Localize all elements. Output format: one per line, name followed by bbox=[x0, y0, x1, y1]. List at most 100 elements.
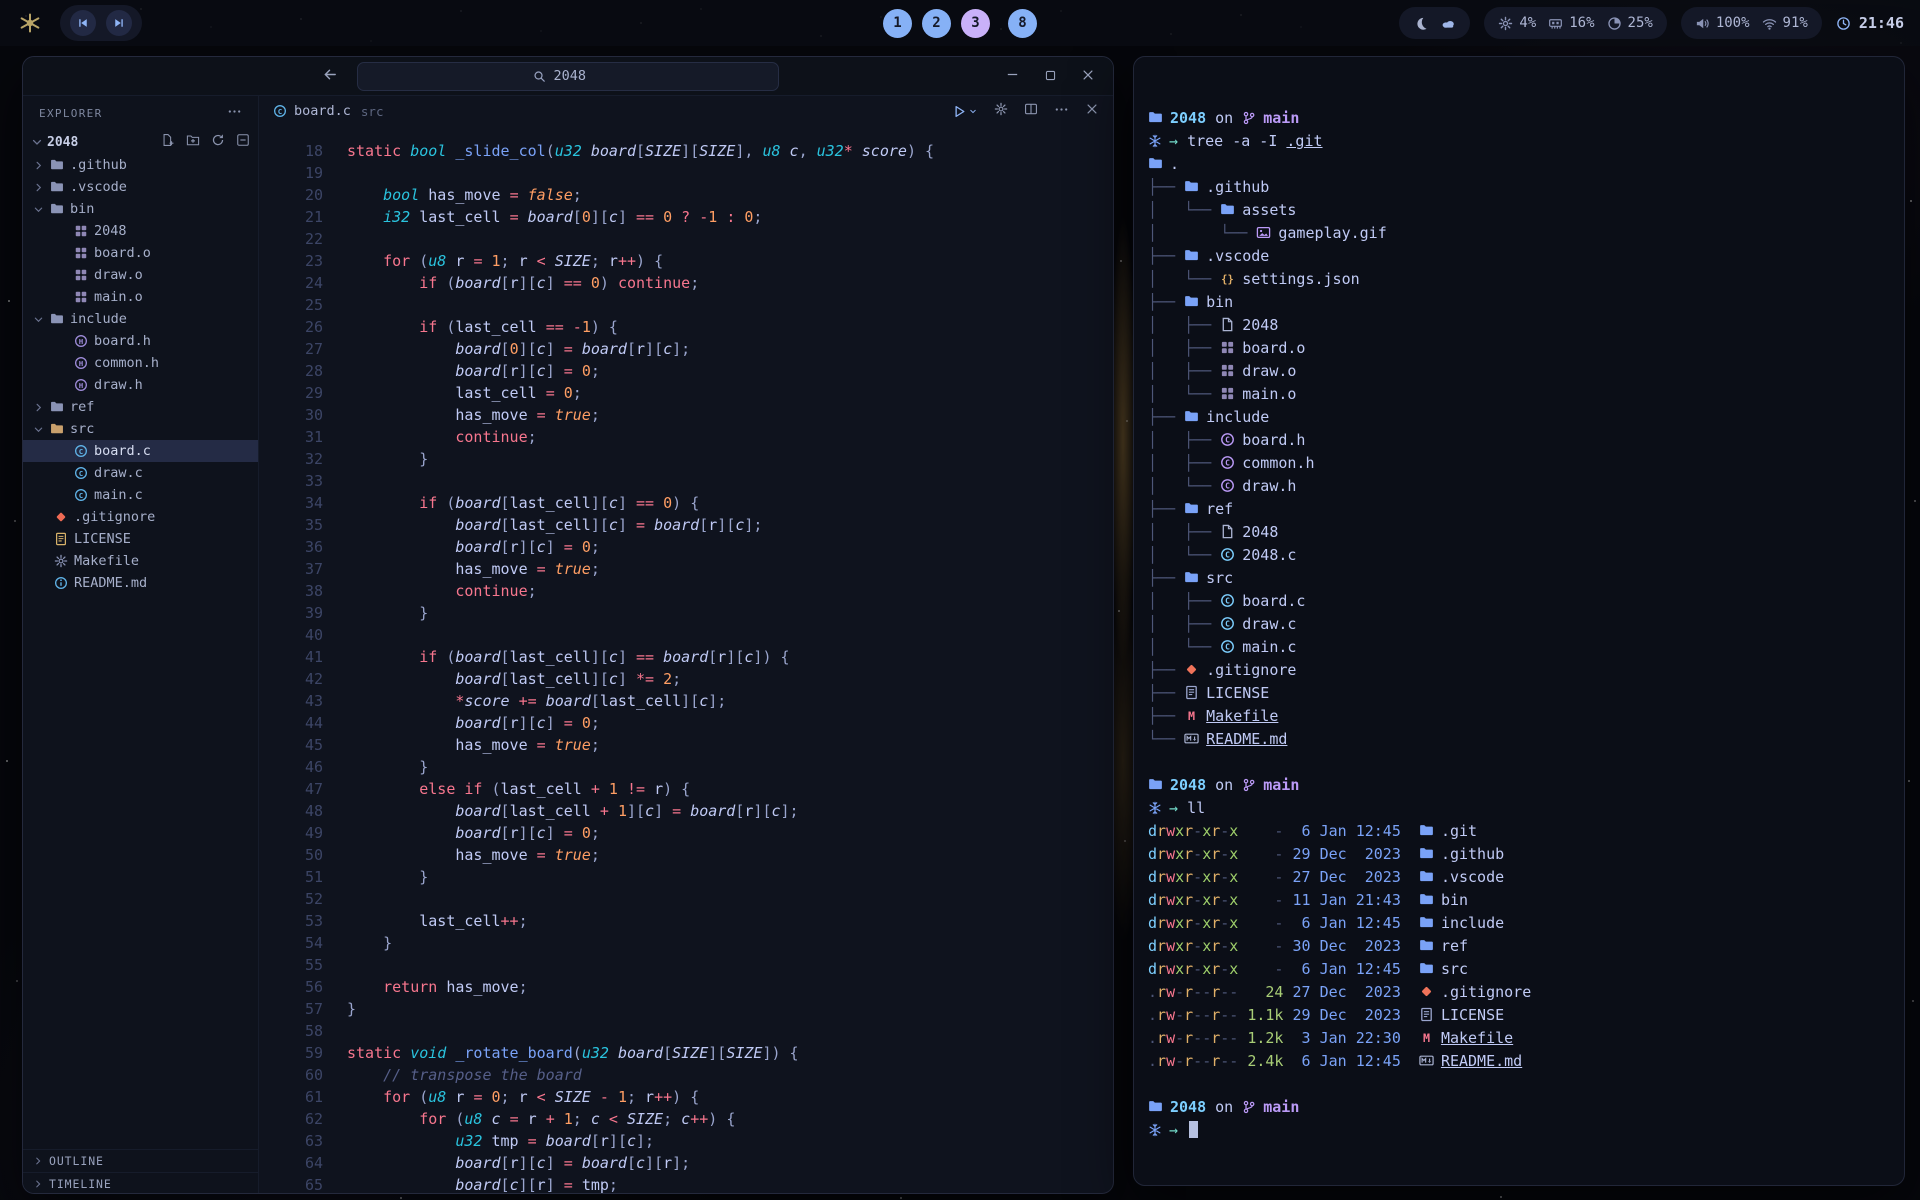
perm-char: - bbox=[1202, 1006, 1211, 1024]
git-branch-icon bbox=[1242, 778, 1256, 792]
svg-text:H: H bbox=[79, 381, 83, 390]
tree-item-board.c[interactable]: Cboard.c bbox=[23, 440, 258, 462]
maximize-button[interactable] bbox=[1044, 67, 1057, 86]
code-line: return has_move; bbox=[347, 976, 1113, 998]
perm-char: d bbox=[1148, 914, 1157, 932]
system-stats-widget[interactable]: 4%16%25% bbox=[1484, 7, 1666, 39]
terminal-text bbox=[1283, 937, 1292, 955]
workspace-badge-1[interactable]: 1 bbox=[883, 9, 912, 38]
file-date: 29 Dec 2023 bbox=[1293, 1006, 1401, 1024]
refresh-button[interactable] bbox=[211, 133, 225, 151]
weather-widget[interactable] bbox=[1399, 7, 1470, 39]
tree-item-label: .github bbox=[70, 157, 127, 173]
line-number: 24 bbox=[259, 272, 323, 294]
ls-output-line: drwxr-xr-x - 11 Jan 21:43 bin bbox=[1148, 889, 1884, 912]
code-line: else if (last_cell + 1 != r) { bbox=[347, 778, 1113, 800]
terminal-command-line: → bbox=[1148, 1119, 1884, 1142]
svg-text:C: C bbox=[278, 107, 282, 116]
c-file-icon: C bbox=[1220, 639, 1235, 654]
chevron-right-icon bbox=[33, 160, 44, 171]
h-file-icon: C bbox=[1220, 455, 1235, 470]
distro-logo-button[interactable] bbox=[16, 9, 44, 37]
tree-item-draw.h[interactable]: Hdraw.h bbox=[23, 374, 258, 396]
perm-char: - bbox=[1175, 1029, 1184, 1047]
new-folder-button[interactable] bbox=[186, 133, 200, 151]
tree-item-src[interactable]: src bbox=[23, 418, 258, 440]
audio-network-widget[interactable]: 100% 91% bbox=[1681, 7, 1822, 39]
split-editor-button[interactable] bbox=[1024, 102, 1038, 120]
tree-connector: │ ├── bbox=[1148, 454, 1220, 472]
entry-name: .github bbox=[1441, 845, 1504, 863]
tree-item-ref[interactable]: ref bbox=[23, 396, 258, 418]
entry-name: include bbox=[1441, 914, 1504, 932]
tree-item-bin[interactable]: bin bbox=[23, 198, 258, 220]
terminal-window[interactable]: 2048 on main→ tree -a -I .git.├── .githu… bbox=[1133, 56, 1905, 1186]
settings-button[interactable] bbox=[994, 102, 1008, 120]
tree-item-LICENSE[interactable]: LICENSE bbox=[23, 528, 258, 550]
line-number: 31 bbox=[259, 426, 323, 448]
back-button[interactable] bbox=[323, 67, 338, 86]
entry-name: src bbox=[1206, 569, 1233, 587]
line-number: 58 bbox=[259, 1020, 323, 1042]
line-number: 44 bbox=[259, 712, 323, 734]
project-root-row[interactable]: 2048 bbox=[23, 130, 258, 154]
explorer-title: EXPLORER bbox=[39, 107, 103, 120]
image-icon bbox=[1256, 225, 1271, 240]
code-line: has_move = true; bbox=[347, 734, 1113, 756]
sidebar-panel-outline[interactable]: OUTLINE bbox=[23, 1149, 258, 1172]
workspace-badge-2[interactable]: 2 bbox=[922, 9, 951, 38]
line-number: 42 bbox=[259, 668, 323, 690]
tree-item-draw.o[interactable]: draw.o bbox=[23, 264, 258, 286]
tab-bar: C board.c src bbox=[259, 96, 1113, 126]
clock-widget[interactable]: 21:46 bbox=[1836, 14, 1904, 32]
tree-item-Makefile[interactable]: Makefile bbox=[23, 550, 258, 572]
perm-char: - bbox=[1229, 1006, 1238, 1024]
run-file-button[interactable] bbox=[952, 104, 978, 119]
collapse-all-button[interactable] bbox=[236, 133, 250, 151]
entry-name: .vscode bbox=[1206, 247, 1269, 265]
chevron-right-icon bbox=[33, 182, 44, 193]
active-tab[interactable]: C board.c src bbox=[273, 103, 383, 119]
perm-char: x bbox=[1229, 937, 1238, 955]
tree-item-main.o[interactable]: main.o bbox=[23, 286, 258, 308]
folder-icon bbox=[1184, 294, 1199, 309]
folder-icon bbox=[1419, 823, 1434, 838]
tree-item-.github[interactable]: .github bbox=[23, 154, 258, 176]
tree-item-draw.c[interactable]: Cdraw.c bbox=[23, 462, 258, 484]
close-button[interactable] bbox=[1081, 67, 1095, 86]
more-actions-button[interactable] bbox=[1054, 102, 1069, 121]
terminal-text bbox=[1283, 891, 1292, 909]
tree-item-2048[interactable]: 2048 bbox=[23, 220, 258, 242]
tree-item-common.h[interactable]: Hcommon.h bbox=[23, 352, 258, 374]
workspace-badge-3[interactable]: 3 bbox=[961, 9, 990, 38]
svg-text:H: H bbox=[79, 359, 83, 368]
tree-item-.gitignore[interactable]: .gitignore bbox=[23, 506, 258, 528]
explorer-more-button[interactable] bbox=[227, 104, 242, 122]
svg-text:C: C bbox=[1225, 482, 1230, 491]
tree-item-board.o[interactable]: board.o bbox=[23, 242, 258, 264]
search-input[interactable] bbox=[554, 68, 604, 84]
file-size: 1.1k bbox=[1247, 1006, 1283, 1024]
tree-item-main.c[interactable]: Cmain.c bbox=[23, 484, 258, 506]
workspace-badge-8[interactable]: 8 bbox=[1008, 9, 1037, 38]
stat-value: 4% bbox=[1519, 15, 1536, 31]
sidebar-panel-timeline[interactable]: TIMELINE bbox=[23, 1172, 258, 1194]
tree-item-include[interactable]: include bbox=[23, 308, 258, 330]
perm-char: - bbox=[1220, 937, 1229, 955]
tree-connector: │ ├── bbox=[1148, 523, 1220, 541]
media-next-button[interactable] bbox=[106, 10, 132, 36]
close-editor-button[interactable] bbox=[1085, 102, 1099, 120]
new-folder-icon bbox=[186, 133, 200, 147]
code-line: board[last_cell + 1][c] = board[r][c]; bbox=[347, 800, 1113, 822]
perm-char: . bbox=[1148, 1029, 1157, 1047]
tree-item-.vscode[interactable]: .vscode bbox=[23, 176, 258, 198]
folder-icon bbox=[1184, 501, 1199, 516]
tree-item-board.h[interactable]: Hboard.h bbox=[23, 330, 258, 352]
media-prev-button[interactable] bbox=[70, 10, 96, 36]
code-area[interactable]: 1819202122232425262728293031323334353637… bbox=[259, 126, 1113, 1194]
minimize-button[interactable] bbox=[1005, 67, 1020, 86]
tree-item-README.md[interactable]: README.md bbox=[23, 572, 258, 594]
new-file-button[interactable] bbox=[161, 133, 175, 151]
file-date: 27 Dec 2023 bbox=[1293, 868, 1401, 886]
command-center-search[interactable] bbox=[357, 62, 779, 91]
